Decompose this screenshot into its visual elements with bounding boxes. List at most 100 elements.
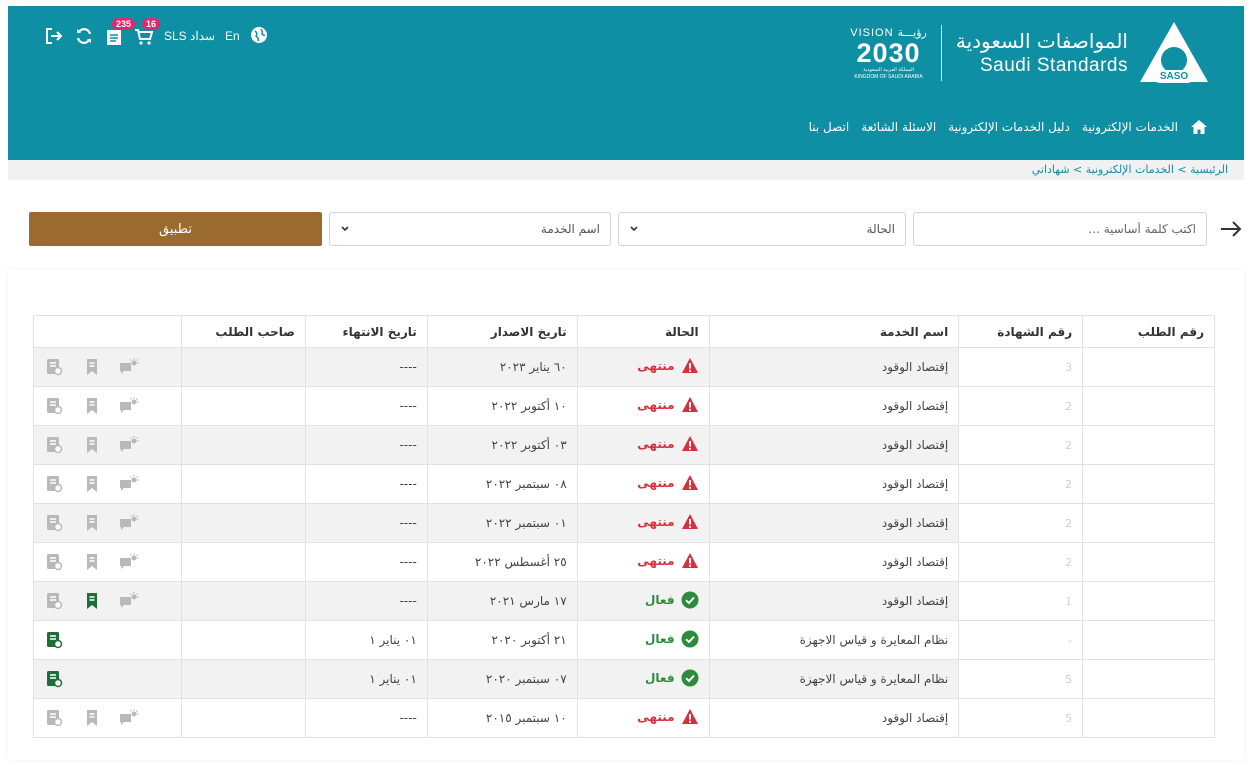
language-toggle[interactable]: En	[225, 29, 240, 43]
cell-status: منتهى	[576, 503, 710, 543]
table-row[interactable]: 1 إقتصاد الوقود فعال ١٧ مارس ٢٠٢١ ----	[32, 581, 1215, 621]
table-row[interactable]: 2 إقتصاد الوقود منتهى ٠٨ سبتمبر ٢٠٢٢ ----	[32, 464, 1215, 504]
globe-icon[interactable]	[250, 26, 270, 46]
table-row[interactable]: 2 إقتصاد الوقود منتهى ١٠ أكتوبر ٢٠٢٢ ----	[32, 386, 1215, 426]
refresh-icon[interactable]	[74, 26, 94, 46]
cell-cert-no: 1	[958, 581, 1084, 621]
certificate-icon[interactable]	[44, 708, 64, 728]
cell-cert-no: 3	[958, 347, 1084, 387]
cart-badge: 16	[142, 18, 161, 30]
cart-icon[interactable]: 16	[134, 18, 161, 46]
nav-item-faq[interactable]: الاسئلة الشائعة	[861, 120, 936, 134]
back-arrow-icon[interactable]	[1219, 218, 1243, 240]
certificate-icon[interactable]	[44, 630, 64, 650]
bookmark-icon[interactable]	[82, 396, 102, 416]
nav-item-eservices[interactable]: الخدمات الإلكترونية	[1082, 120, 1178, 134]
status-text: فعال	[645, 670, 675, 685]
certificate-icon[interactable]	[44, 552, 64, 572]
cell-owner	[181, 620, 306, 660]
table-header-row: رقم الطلب رقم الشهادة اسم الخدمة الحالة …	[32, 315, 1215, 348]
cell-request-no	[1082, 503, 1215, 543]
certificate-icon[interactable]	[44, 669, 64, 689]
requests-icon[interactable]: 235	[104, 18, 136, 46]
bookmark-icon[interactable]	[82, 435, 102, 455]
certificate-icon[interactable]	[44, 474, 64, 494]
feedback-icon[interactable]	[120, 513, 140, 533]
table-row[interactable]: 5 نظام المعايرة و قياس الاجهزة فعال ٠٧ سبتم…	[32, 659, 1215, 699]
cell-cert-no: -	[958, 620, 1084, 660]
service-select-value: اسم الخدمة	[540, 222, 600, 236]
cell-status: منتهى	[576, 347, 710, 387]
breadcrumb-home[interactable]: الرئيسية	[1190, 163, 1228, 176]
cell-status: منتهى	[576, 386, 710, 426]
warning-icon	[681, 513, 699, 531]
bookmark-icon[interactable]	[82, 591, 102, 611]
sadad-link[interactable]: SLS سداد	[164, 29, 215, 43]
status-select-value: الحالة	[866, 222, 895, 236]
nav-item-eservices-guide[interactable]: دليل الخدمات الإلكترونية	[948, 120, 1070, 134]
cell-end-date: ٠١ يناير ١	[304, 659, 428, 699]
status-badge: منتهى	[637, 552, 698, 570]
cell-service: إقتصاد الوقود	[708, 386, 960, 426]
logo-english: Saudi Standards	[980, 55, 1128, 76]
check-circle-icon	[681, 630, 699, 648]
cell-cert-no: 2	[958, 425, 1084, 465]
cell-cert-no: 2	[958, 464, 1084, 504]
saso-logo[interactable]: SASO المواصفات السعودية Saudi Standards …	[850, 20, 1210, 86]
cell-request-no	[1082, 698, 1215, 738]
status-text: منتهى	[637, 475, 675, 490]
table-row[interactable]: 2 إقتصاد الوقود منتهى ٢٥ أغسطس ٢٠٢٢ ----	[32, 542, 1215, 582]
certificate-icon[interactable]	[44, 357, 64, 377]
home-icon[interactable]	[1190, 119, 1208, 135]
chevron-down-icon	[629, 223, 639, 233]
check-circle-icon	[681, 669, 699, 687]
row-actions	[44, 708, 171, 728]
cell-issue-date: ١٠ سبتمبر ٢٠١٥	[426, 698, 578, 738]
bookmark-icon[interactable]	[82, 357, 102, 377]
feedback-icon[interactable]	[120, 708, 140, 728]
cell-status: منتهى	[576, 542, 710, 582]
bookmark-icon[interactable]	[82, 708, 102, 728]
keyword-search-input[interactable]	[913, 212, 1207, 246]
feedback-icon[interactable]	[120, 591, 140, 611]
cell-request-no	[1082, 386, 1215, 426]
apply-button[interactable]: تطبيق	[29, 212, 322, 246]
table-row[interactable]: 5 إقتصاد الوقود منتهى ١٠ سبتمبر ٢٠١٥ ----	[32, 698, 1215, 738]
cell-end-date: ----	[304, 542, 428, 582]
row-actions	[44, 474, 171, 494]
feedback-icon[interactable]	[120, 474, 140, 494]
certificate-icon[interactable]	[44, 513, 64, 533]
bookmark-icon[interactable]	[82, 552, 102, 572]
feedback-icon[interactable]	[120, 396, 140, 416]
header-end-date: تاريخ الانتهاء	[304, 315, 428, 348]
feedback-icon[interactable]	[120, 435, 140, 455]
bookmark-icon[interactable]	[82, 513, 102, 533]
certificate-icon[interactable]	[44, 396, 64, 416]
nav-item-contact[interactable]: اتصل بنا	[809, 120, 850, 134]
feedback-icon[interactable]	[120, 357, 140, 377]
cell-issue-date: ١٠ أكتوبر ٢٠٢٢	[426, 386, 578, 426]
header-status: الحالة	[576, 315, 710, 348]
feedback-icon[interactable]	[120, 552, 140, 572]
status-badge: فعال	[645, 669, 699, 687]
status-badge: منتهى	[637, 396, 698, 414]
vision-title: VISION رؤيـــة	[850, 26, 927, 39]
certificate-icon[interactable]	[44, 435, 64, 455]
main-nav: الخدمات الإلكترونية دليل الخدمات الإلكتر…	[809, 119, 1208, 135]
logout-icon[interactable]	[44, 26, 64, 46]
cell-status: فعال	[576, 620, 710, 660]
certificate-icon[interactable]	[44, 591, 64, 611]
breadcrumb-eservices[interactable]: الخدمات الإلكترونية	[1086, 163, 1174, 176]
cell-status: فعال	[576, 659, 710, 699]
cell-cert-no: 2	[958, 503, 1084, 543]
row-actions	[44, 591, 171, 611]
service-select[interactable]: اسم الخدمة	[329, 212, 611, 246]
table-row[interactable]: 2 إقتصاد الوقود منتهى ٠١ سبتمبر ٢٠٢٢ ----	[32, 503, 1215, 543]
warning-icon	[681, 552, 699, 570]
status-text: منتهى	[637, 358, 675, 373]
status-select[interactable]: الحالة	[618, 212, 906, 246]
bookmark-icon[interactable]	[82, 474, 102, 494]
table-row[interactable]: - نظام المعايرة و قياس الاجهزة فعال ٢١ أكتو…	[32, 620, 1215, 660]
table-row[interactable]: 3 إقتصاد الوقود منتهى ٦٠ يناير ٢٠٢٣ ----	[32, 347, 1215, 387]
table-row[interactable]: 2 إقتصاد الوقود منتهى ٠٣ أكتوبر ٢٠٢٢ ----	[32, 425, 1215, 465]
